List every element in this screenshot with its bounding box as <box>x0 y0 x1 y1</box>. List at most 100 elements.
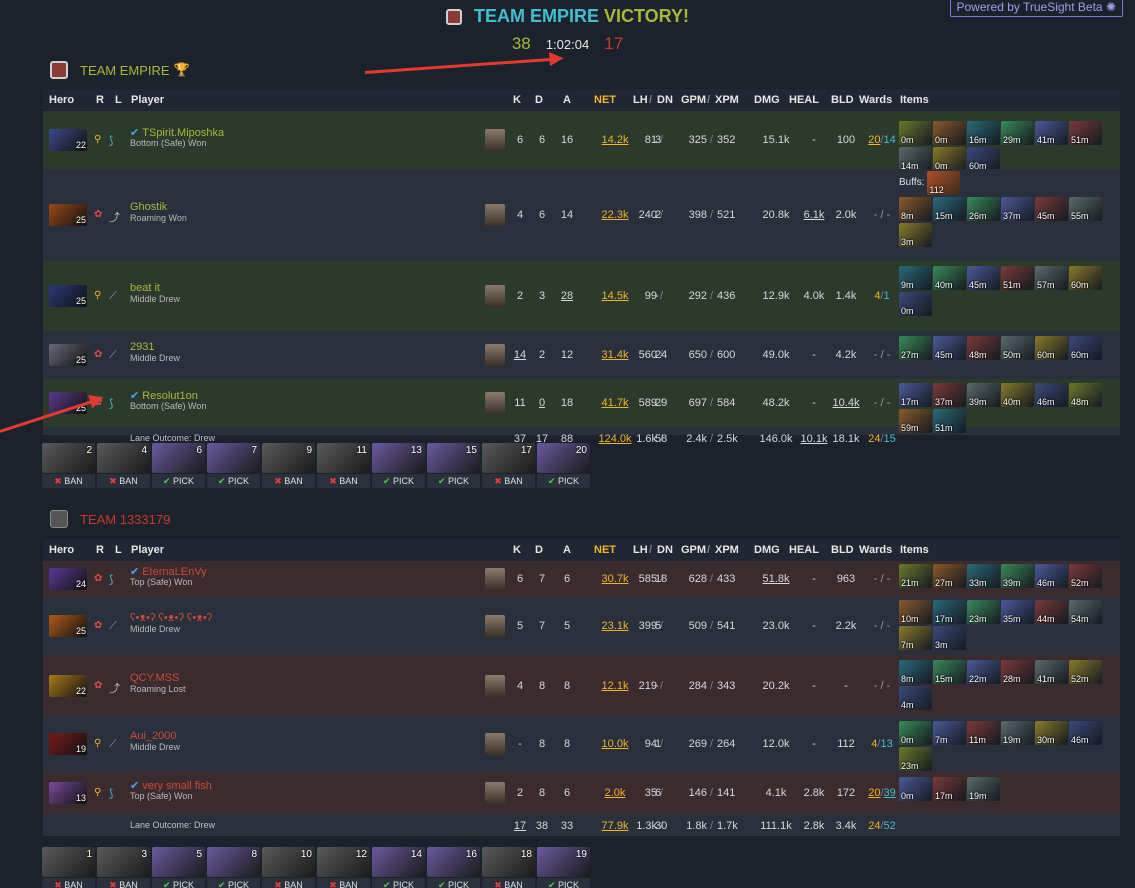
item-icon[interactable]: 10m <box>899 600 932 624</box>
item-icon[interactable]: 28m <box>1001 660 1034 684</box>
item-icon[interactable]: 17m <box>899 383 932 407</box>
draft-slot[interactable]: 7 PICK <box>207 443 260 489</box>
column-wards[interactable]: Wards <box>859 94 892 106</box>
draft-slot[interactable]: 4 BAN <box>97 443 150 489</box>
draft-slot[interactable]: 11 BAN <box>317 443 370 489</box>
item-icon[interactable]: 7m <box>899 626 932 650</box>
draft-slot[interactable]: 19 PICK <box>537 847 590 888</box>
draft-hero-portrait[interactable]: 16 <box>427 847 480 877</box>
column-a[interactable]: A <box>563 94 571 106</box>
column-d[interactable]: D <box>535 94 543 106</box>
item-icon[interactable]: 19m <box>1001 721 1034 745</box>
item-icon[interactable]: 0m <box>933 147 966 171</box>
column-net[interactable]: NET <box>594 94 616 106</box>
buff-icon[interactable]: 112 <box>927 171 961 195</box>
player-avatar[interactable] <box>485 129 505 151</box>
item-icon[interactable]: 46m <box>1035 564 1068 588</box>
draft-hero-portrait[interactable]: 3 <box>97 847 150 877</box>
draft-hero-portrait[interactable]: 15 <box>427 443 480 473</box>
draft-hero-portrait[interactable]: 18 <box>482 847 535 877</box>
player-name-link[interactable]: beat it <box>130 282 160 294</box>
player-name[interactable]: QCY.MSS <box>130 672 179 684</box>
column-net[interactable]: NET <box>594 544 616 556</box>
item-icon[interactable]: 60m <box>1069 336 1102 360</box>
column-a[interactable]: A <box>563 544 571 556</box>
item-icon[interactable]: 22m <box>967 660 1000 684</box>
item-icon[interactable]: 15m <box>933 197 966 221</box>
item-icon[interactable]: 41m <box>1035 121 1068 145</box>
player-row[interactable]: 25 ✿ ⟋ 2931 Middle Drew 14 2 12 31.4k 49.0k - 4.2k 5… <box>43 331 1120 379</box>
item-icon[interactable]: 23m <box>967 600 1000 624</box>
column-r[interactable]: R <box>96 544 104 556</box>
item-icon[interactable]: 0m <box>933 121 966 145</box>
item-icon[interactable]: 3m <box>899 223 932 247</box>
draft-slot[interactable]: 6 PICK <box>152 443 205 489</box>
player-avatar[interactable] <box>485 344 505 366</box>
player-name[interactable]: Aui_2000 <box>130 730 177 742</box>
draft-hero-portrait[interactable]: 10 <box>262 847 315 877</box>
draft-hero-portrait[interactable]: 6 <box>152 443 205 473</box>
column-dn[interactable]: DN <box>657 94 673 106</box>
item-icon[interactable]: 26m <box>967 197 1000 221</box>
player-avatar[interactable] <box>485 204 505 226</box>
player-row[interactable]: 25 ✿ ⟋ ʕ•ᴥ•ʔ ʕ•ᴥ•ʔ ʕ•ᴥ•ʔ Middle Drew 5 7 5 23.1k… <box>43 597 1120 655</box>
draft-hero-portrait[interactable]: 9 <box>262 443 315 473</box>
player-avatar[interactable] <box>485 675 505 697</box>
item-icon[interactable]: 48m <box>1069 383 1102 407</box>
item-icon[interactable]: 14m <box>899 147 932 171</box>
column-dmg[interactable]: DMG <box>754 94 780 106</box>
item-icon[interactable]: 39m <box>967 383 1000 407</box>
player-name[interactable]: Ghostik <box>130 201 167 213</box>
column-l[interactable]: L <box>115 544 122 556</box>
item-icon[interactable]: 0m <box>899 777 932 801</box>
item-icon[interactable]: 45m <box>933 336 966 360</box>
item-icon[interactable]: 0m <box>899 121 932 145</box>
item-icon[interactable]: 7m <box>933 721 966 745</box>
draft-hero-portrait[interactable]: 12 <box>317 847 370 877</box>
item-icon[interactable]: 21m <box>899 564 932 588</box>
column-gpm[interactable]: GPM <box>681 94 706 106</box>
item-icon[interactable]: 9m <box>899 266 932 290</box>
player-row[interactable]: 25 ✿ ⤴ Ghostik Roaming Won 4 6 14 22.3k 20.8k 6.1k… <box>43 169 1120 261</box>
column-items[interactable]: Items <box>900 94 929 106</box>
item-icon[interactable]: 29m <box>1001 121 1034 145</box>
column-k[interactable]: K <box>513 544 521 556</box>
item-icon[interactable]: 8m <box>899 197 932 221</box>
player-row[interactable]: 13 ⚲ ⟆ ✔ very small fish Top (Safe) Won 2 8 6 2.0… <box>43 772 1120 814</box>
player-name-link[interactable]: ʕ•ᴥ•ʔ ʕ•ᴥ•ʔ ʕ•ᴥ•ʔ <box>130 612 212 624</box>
player-row[interactable]: 25✿⟆✔Resolut1onBottom (Safe) Won1101841.… <box>43 379 1120 433</box>
item-icon[interactable]: 33m <box>967 564 1000 588</box>
item-icon[interactable]: 15m <box>933 660 966 684</box>
column-lh[interactable]: LH <box>633 94 648 106</box>
item-icon[interactable]: 19m <box>967 777 1000 801</box>
item-icon[interactable]: 27m <box>933 564 966 588</box>
item-icon[interactable]: 60m <box>967 147 1000 171</box>
draft-slot[interactable]: 9 BAN <box>262 443 315 489</box>
column-bld[interactable]: BLD <box>831 94 854 106</box>
draft-slot[interactable]: 16 PICK <box>427 847 480 888</box>
item-icon[interactable]: 23m <box>899 747 932 771</box>
item-icon[interactable]: 30m <box>1035 721 1068 745</box>
player-name-link[interactable]: 2931 <box>130 341 154 353</box>
player-avatar[interactable] <box>485 285 505 307</box>
item-icon[interactable]: 11m <box>967 721 1000 745</box>
draft-slot[interactable]: 1 BAN <box>42 847 95 888</box>
item-icon[interactable]: 54m <box>1069 600 1102 624</box>
draft-slot[interactable]: 2 BAN <box>42 443 95 489</box>
player-row[interactable]: 22 ⚲ ⟆ ✔ TSpirit.Miposhka Bottom (Safe) Won 6 6… <box>43 111 1120 171</box>
item-icon[interactable]: 17m <box>933 600 966 624</box>
item-icon[interactable]: 46m <box>1035 383 1068 407</box>
item-icon[interactable]: 8m <box>899 660 932 684</box>
draft-hero-portrait[interactable]: 2 <box>42 443 95 473</box>
draft-hero-portrait[interactable]: 14 <box>372 847 425 877</box>
column-hero[interactable]: Hero <box>49 94 74 106</box>
draft-hero-portrait[interactable]: 8 <box>207 847 260 877</box>
item-icon[interactable]: 41m <box>1035 660 1068 684</box>
player-avatar[interactable] <box>485 392 505 414</box>
draft-slot[interactable]: 13 PICK <box>372 443 425 489</box>
column-lh[interactable]: LH <box>633 544 648 556</box>
draft-slot[interactable]: 17 BAN <box>482 443 535 489</box>
player-row[interactable]: 22 ✿ ⤴ QCY.MSS Roaming Lost 4 8 8 12.1k 20.2k - -21… <box>43 655 1120 716</box>
column-player[interactable]: Player <box>131 94 164 106</box>
player-name[interactable]: beat it <box>130 282 160 294</box>
